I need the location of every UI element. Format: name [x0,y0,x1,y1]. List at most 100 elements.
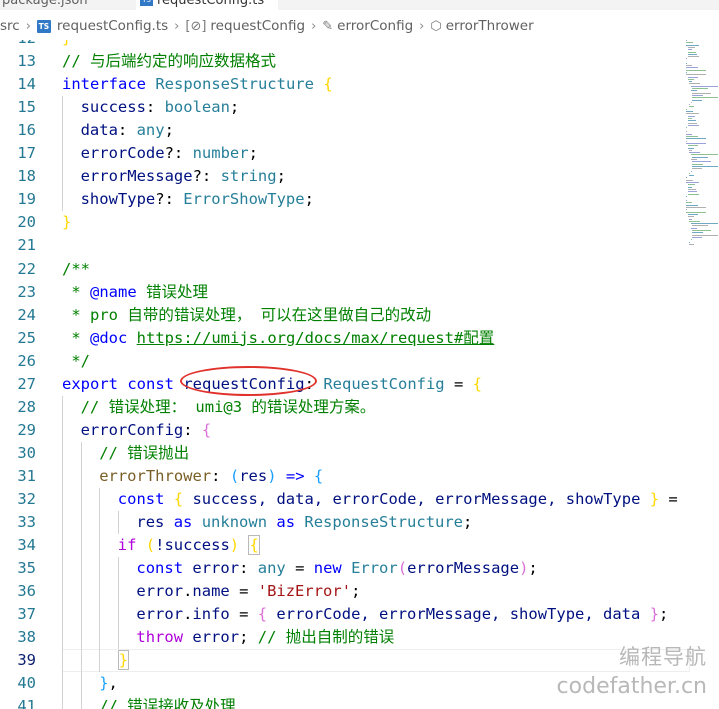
minimap-line [686,204,699,206]
code-token: ( [397,559,408,578]
indent-guide [99,603,101,627]
minimap[interactable] [686,40,719,260]
indent-guide [62,188,63,212]
code-line[interactable]: 12} [0,40,690,50]
code-line[interactable]: 27 export const requestConfig: RequestCon… [0,373,690,396]
code-token: error [136,605,184,624]
breadcrumb-item-error-thrower[interactable]: ⬡ errorThrower [430,18,533,34]
minimap-line [690,223,718,225]
code-token: * pro 自带的错误处理， 可以在这里做自己的改动 [62,305,432,324]
line-number: 21 [17,236,36,255]
code-line[interactable]: 14 interface ResponseStructure { [0,73,690,96]
line-number: 17 [17,144,36,163]
code-line[interactable]: 16 data: any; [0,119,690,143]
indent-guide [80,580,82,604]
code-text: // 错误接收及处理 [99,695,236,709]
code-line[interactable]: 20} [0,211,690,234]
code-token: const [127,374,184,393]
code-token: : [145,98,165,117]
code-text: res as unknown as ResponseStructure; [136,511,472,534]
minimap-line [686,67,699,69]
minimap-line [689,104,690,106]
code-token: : [211,466,230,485]
code-line[interactable]: 15 success: boolean; [0,96,690,120]
indent-guide [117,511,119,535]
minimap-line [686,62,688,64]
tab-label: requestConfig.ts [157,0,265,8]
code-text: if (!success) { [118,534,260,557]
code-line[interactable]: 24 * pro 自带的错误处理， 可以在这里做自己的改动 [0,304,690,327]
minimap-line [692,88,709,89]
indent-guide [62,488,63,511]
indent-guide [80,441,82,465]
code-text: // 错误抛出 [99,442,189,465]
code-line[interactable]: 21 [0,234,690,257]
breadcrumb-item-file[interactable]: TS requestConfig.ts [36,18,168,34]
code-line[interactable]: 35 const error: any = new Error(errorMess… [0,557,690,581]
code-line[interactable]: 39} [0,649,690,673]
code-token: // 错误抛出 [99,443,190,462]
code-token: interface [62,75,156,94]
indent-guide [80,488,82,511]
breadcrumb-item-error-config[interactable]: ✎ errorConfig [322,18,413,34]
code-line[interactable]: 18 errorMessage?: string; [0,165,690,189]
code-token: } [62,40,71,47]
tab-request-config[interactable]: TS requestConfig.ts [136,0,279,10]
code-line[interactable]: 13 // 与后端约定的响应数据格式 [0,50,690,73]
code-token: ?: [164,144,193,163]
code-token: { [472,374,482,393]
code-token: RequestConfig [323,374,445,393]
minimap-line [686,133,692,135]
minimap-line [687,213,698,215]
code-line[interactable]: 22 /** [0,258,690,281]
code-line[interactable]: 23 * @name 错误处理 [0,281,690,304]
code-text: errorThrower: (res) => { [99,465,323,488]
breadcrumb-method-label: errorThrower [445,18,534,34]
code-token: error [192,559,240,578]
code-line[interactable]: 34 if (!success) { [0,534,690,558]
code-token: errorCode, errorMessage, showType, data [267,605,650,624]
code-text: errorMessage?: string; [81,165,286,188]
code-line[interactable]: 19 showType?: ErrorShowType; [0,188,690,212]
code-line[interactable]: 17 errorCode?: number; [0,142,690,166]
code-token: ; [659,605,669,624]
code-line[interactable]: 25 * @doc https://umijs.org/docs/max/req… [0,327,690,350]
minimap-line [686,200,688,202]
code-line[interactable]: 37 error.info = { errorCode, errorMessage… [0,603,690,627]
code-line[interactable]: 32 const { success, data, errorCode, erro… [0,488,690,511]
code-text: const error: any = new Error(errorMessag… [136,557,537,580]
code-line[interactable]: 30 // 错误抛出 [0,441,690,465]
breadcrumb-item-src[interactable]: src [0,18,20,34]
indent-guide [99,580,101,604]
indent-guide [62,441,63,465]
code-line[interactable]: 29 errorConfig: { [0,418,690,442]
minimap-line [689,152,700,154]
code-token: success, data, errorCode, errorMessage, … [183,490,650,508]
minimap-line [686,140,688,142]
code-token: export [62,374,128,393]
code-line[interactable]: 26 */ [0,350,690,373]
tab-package-json[interactable]: package.json [2,0,88,10]
code-token: = [229,605,258,624]
minimap-line [686,44,700,46]
indent-guide [80,649,82,673]
minimap-line [689,81,693,83]
indent-guide [80,534,82,558]
minimap-line [689,218,693,220]
code-token: ; [304,190,314,209]
minimap-line [687,145,698,147]
code-line[interactable]: 36 error.name = 'BizError'; [0,580,690,604]
code-text: * @name 错误处理 [62,281,208,304]
code-token: = [285,559,314,578]
code-line[interactable]: 31 errorThrower: (res) => { [0,464,690,488]
code-line[interactable]: 38 throw error; // 抛出自制的错误 [0,626,690,650]
breadcrumb-item-request-config[interactable]: [⊘] requestConfig [185,18,305,34]
code-token: any [257,559,286,578]
code-line[interactable]: 33 res as unknown as ResponseStructure; [0,511,690,535]
chevron-right-icon: › [419,18,425,34]
code-editor[interactable]: 12} 13 // 与后端约定的响应数据格式 14 interface Response… [0,40,719,709]
code-line[interactable]: 28 // 错误处理： umi@3 的错误处理方案。 [0,395,690,419]
indent-guide [117,603,119,627]
minimap-line [690,154,718,156]
